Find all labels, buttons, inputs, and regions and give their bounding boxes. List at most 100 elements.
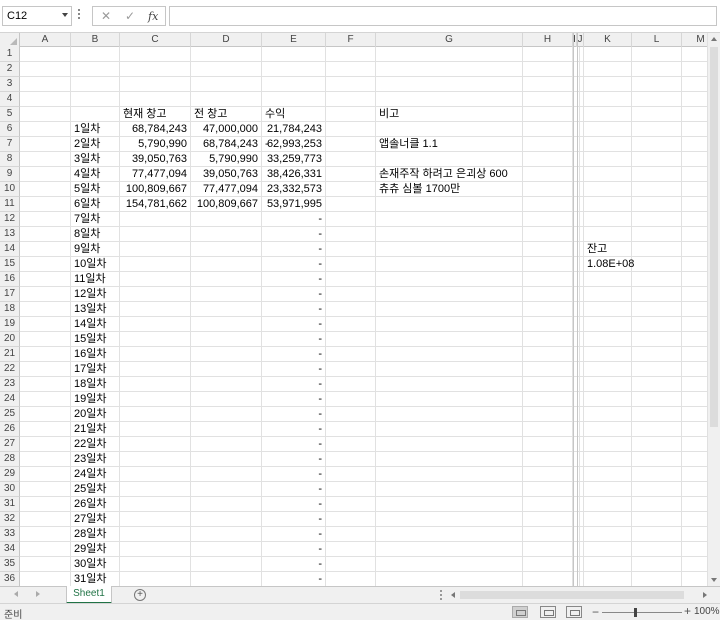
cell-a19[interactable] bbox=[20, 317, 71, 332]
cell-b35[interactable]: 30일차 bbox=[71, 557, 120, 572]
cell-l25[interactable] bbox=[632, 407, 682, 422]
cell-e35[interactable]: - bbox=[262, 557, 326, 572]
scroll-left-icon[interactable] bbox=[451, 592, 455, 598]
cell-g26[interactable] bbox=[376, 422, 523, 437]
cell-b19[interactable]: 14일차 bbox=[71, 317, 120, 332]
cell-b25[interactable]: 20일차 bbox=[71, 407, 120, 422]
cell-c29[interactable] bbox=[120, 467, 191, 482]
cell-e14[interactable]: - bbox=[262, 242, 326, 257]
cell-k24[interactable] bbox=[584, 392, 632, 407]
cell-k11[interactable] bbox=[584, 197, 632, 212]
cell-k21[interactable] bbox=[584, 347, 632, 362]
cell-f36[interactable] bbox=[326, 572, 376, 586]
cell-d19[interactable] bbox=[191, 317, 262, 332]
cell-l16[interactable] bbox=[632, 272, 682, 287]
cell-f26[interactable] bbox=[326, 422, 376, 437]
cell-h23[interactable] bbox=[523, 377, 573, 392]
insert-function-icon[interactable]: fx bbox=[148, 10, 158, 23]
cell-h4[interactable] bbox=[523, 92, 573, 107]
cell-a21[interactable] bbox=[20, 347, 71, 362]
cell-h17[interactable] bbox=[523, 287, 573, 302]
zoom-in-button[interactable]: + bbox=[684, 604, 691, 618]
next-sheet-icon[interactable] bbox=[36, 591, 40, 597]
cell-c11[interactable]: 154,781,662 bbox=[120, 197, 191, 212]
cell-c18[interactable] bbox=[120, 302, 191, 317]
row-header[interactable]: 10 bbox=[0, 182, 20, 197]
cell-e11[interactable]: 53,971,995 bbox=[262, 197, 326, 212]
row-header[interactable]: 26 bbox=[0, 422, 20, 437]
cell-e17[interactable]: - bbox=[262, 287, 326, 302]
cell-l4[interactable] bbox=[632, 92, 682, 107]
cell-b5[interactable] bbox=[71, 107, 120, 122]
cell-f35[interactable] bbox=[326, 557, 376, 572]
cell-e18[interactable]: - bbox=[262, 302, 326, 317]
cell-c32[interactable] bbox=[120, 512, 191, 527]
cell-k16[interactable] bbox=[584, 272, 632, 287]
cell-h19[interactable] bbox=[523, 317, 573, 332]
cell-e5[interactable]: 수익 bbox=[262, 107, 326, 122]
cell-a2[interactable] bbox=[20, 62, 71, 77]
cell-j33[interactable] bbox=[577, 527, 584, 542]
cell-a7[interactable] bbox=[20, 137, 71, 152]
cell-b12[interactable]: 7일차 bbox=[71, 212, 120, 227]
cell-g4[interactable] bbox=[376, 92, 523, 107]
cell-l26[interactable] bbox=[632, 422, 682, 437]
cell-g33[interactable] bbox=[376, 527, 523, 542]
cell-l30[interactable] bbox=[632, 482, 682, 497]
column-header-d[interactable]: D bbox=[191, 33, 262, 47]
cell-a35[interactable] bbox=[20, 557, 71, 572]
page-layout-view-icon[interactable] bbox=[540, 606, 556, 618]
cell-g3[interactable] bbox=[376, 77, 523, 92]
cell-j20[interactable] bbox=[577, 332, 584, 347]
cell-f14[interactable] bbox=[326, 242, 376, 257]
cell-l15[interactable] bbox=[632, 257, 682, 272]
cell-h31[interactable] bbox=[523, 497, 573, 512]
cell-d13[interactable] bbox=[191, 227, 262, 242]
cell-c16[interactable] bbox=[120, 272, 191, 287]
cell-l11[interactable] bbox=[632, 197, 682, 212]
chevron-down-icon[interactable] bbox=[62, 13, 68, 17]
cell-g25[interactable] bbox=[376, 407, 523, 422]
cell-g20[interactable] bbox=[376, 332, 523, 347]
cell-k6[interactable] bbox=[584, 122, 632, 137]
row-header[interactable]: 5 bbox=[0, 107, 20, 122]
cell-k3[interactable] bbox=[584, 77, 632, 92]
cell-g34[interactable] bbox=[376, 542, 523, 557]
cell-d21[interactable] bbox=[191, 347, 262, 362]
cell-k22[interactable] bbox=[584, 362, 632, 377]
cell-b23[interactable]: 18일차 bbox=[71, 377, 120, 392]
cell-k28[interactable] bbox=[584, 452, 632, 467]
cell-h6[interactable] bbox=[523, 122, 573, 137]
cell-c21[interactable] bbox=[120, 347, 191, 362]
cell-h9[interactable] bbox=[523, 167, 573, 182]
cell-b2[interactable] bbox=[71, 62, 120, 77]
cell-e36[interactable]: - bbox=[262, 572, 326, 586]
cell-e16[interactable]: - bbox=[262, 272, 326, 287]
cell-c1[interactable] bbox=[120, 47, 191, 62]
cell-h3[interactable] bbox=[523, 77, 573, 92]
cell-d15[interactable] bbox=[191, 257, 262, 272]
cell-l9[interactable] bbox=[632, 167, 682, 182]
cell-l20[interactable] bbox=[632, 332, 682, 347]
cell-k32[interactable] bbox=[584, 512, 632, 527]
cell-f8[interactable] bbox=[326, 152, 376, 167]
row-header[interactable]: 17 bbox=[0, 287, 20, 302]
cell-l32[interactable] bbox=[632, 512, 682, 527]
cell-b7[interactable]: 2일차 bbox=[71, 137, 120, 152]
cell-c20[interactable] bbox=[120, 332, 191, 347]
cell-b31[interactable]: 26일차 bbox=[71, 497, 120, 512]
cell-g28[interactable] bbox=[376, 452, 523, 467]
cell-a14[interactable] bbox=[20, 242, 71, 257]
cell-f3[interactable] bbox=[326, 77, 376, 92]
cell-l19[interactable] bbox=[632, 317, 682, 332]
cell-c6[interactable]: 68,784,243 bbox=[120, 122, 191, 137]
cell-l35[interactable] bbox=[632, 557, 682, 572]
enter-icon[interactable]: ✓ bbox=[125, 9, 135, 23]
cell-e10[interactable]: 23,332,573 bbox=[262, 182, 326, 197]
cell-c12[interactable] bbox=[120, 212, 191, 227]
cell-l23[interactable] bbox=[632, 377, 682, 392]
cell-b34[interactable]: 29일차 bbox=[71, 542, 120, 557]
cell-h14[interactable] bbox=[523, 242, 573, 257]
cell-h1[interactable] bbox=[523, 47, 573, 62]
cell-j1[interactable] bbox=[577, 47, 584, 62]
